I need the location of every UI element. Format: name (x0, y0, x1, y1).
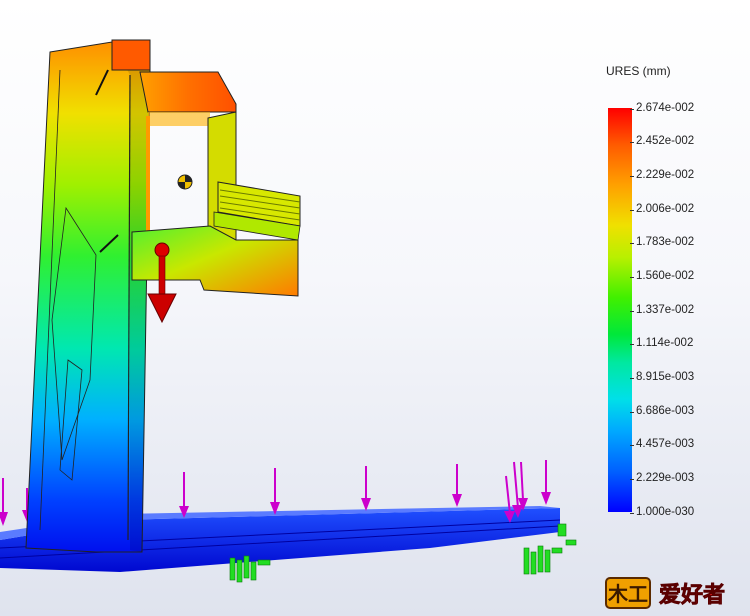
color-legend: URES (mm) 2.674e-002 2.452e-002 2.229e-0… (596, 58, 746, 528)
legend-tick: 2.452e-002 (629, 135, 695, 147)
upright-column (25, 39, 151, 553)
legend-tick: 2.229e-003 (629, 472, 695, 484)
legend-tick: 1.114e-002 (629, 337, 694, 349)
svg-text:爱好者: 爱好者 (659, 582, 725, 608)
legend-tick: 2.674e-002 (629, 102, 695, 114)
svg-text:木工: 木工 (607, 582, 648, 606)
color-bar (608, 108, 632, 512)
legend-tick: 6.686e-003 (629, 405, 695, 417)
legend-tick: 2.229e-002 (629, 169, 695, 181)
legend-tick: 2.006e-002 (629, 203, 695, 215)
legend-tick: 1.000e-030 (629, 506, 695, 518)
legend-tick: 1.783e-002 (629, 236, 695, 248)
legend-tick: 1.337e-002 (629, 304, 695, 316)
legend-tick: 1.560e-002 (629, 270, 695, 282)
sensor-icon (177, 174, 193, 190)
legend-tick: 8.915e-003 (629, 371, 695, 383)
watermark-logo: 木工 爱好者 (605, 577, 725, 609)
legend-tick: 4.457e-003 (629, 438, 695, 450)
legend-title: URES (mm) (606, 64, 671, 78)
